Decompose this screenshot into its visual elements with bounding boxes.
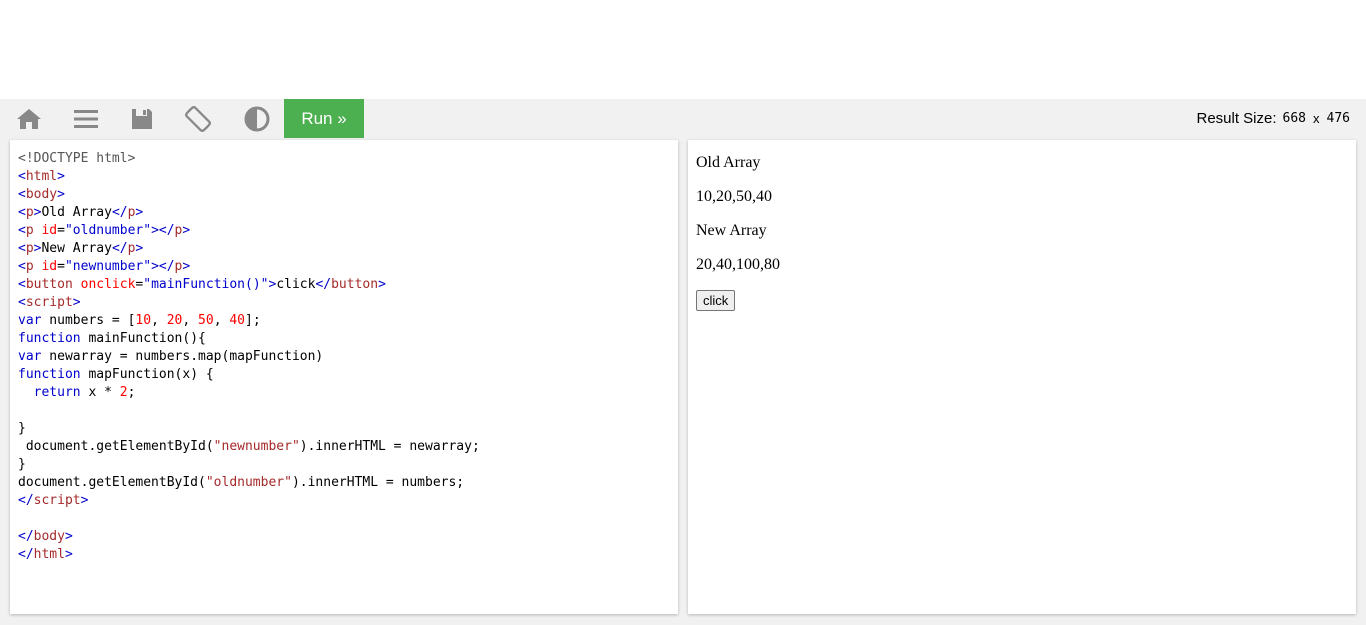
code-line: <button onclick="mainFunction()">click</… [18,277,386,292]
code-line: document.getElementById("newnumber").inn… [18,439,480,454]
old-array-label: Old Array [696,154,761,171]
code-line: return x * 2; [33,385,136,400]
result-panel: Old Array 10,20,50,40 New Array 20,40,10… [688,140,1356,614]
code-line: } [18,457,26,472]
contrast-icon[interactable] [241,99,273,138]
code-line: <html> [18,169,65,184]
code-line: </body> [18,529,73,544]
code-line: var numbers = [10, 20, 50, 40]; [18,313,261,328]
code-line: function mapFunction(x) { [18,367,214,382]
toolbar: Run » Result Size: 668 x 476 [0,99,1366,138]
code-line: <script> [18,295,81,310]
workarea: <!DOCTYPE html> <html> <body> <p>Old Array<… [0,138,1366,625]
code-line: var newarray = numbers.map(mapFunction) [18,349,324,364]
code-line: <p>New Array</p> [18,241,144,256]
result-height: 476 [1326,111,1350,126]
top-blank-area [0,0,1366,99]
code-text[interactable]: <!DOCTYPE html> <html> <body> <p>Old Array<… [10,140,678,574]
click-button[interactable]: click [696,290,736,311]
new-array-label: New Array [696,222,767,239]
code-line: </html> [18,547,73,562]
code-line: <!DOCTYPE html> [18,151,136,166]
code-line: function mainFunction(){ [18,331,206,346]
old-array-value: 10,20,50,40 [696,188,772,205]
result-content: Old Array 10,20,50,40 New Array 20,40,10… [688,140,1356,319]
code-line: document.getElementById("oldnumber").inn… [18,475,465,490]
code-line: } [18,421,26,436]
code-editor[interactable]: <!DOCTYPE html> <html> <body> <p>Old Array<… [10,140,678,614]
code-line: <body> [18,187,65,202]
home-icon[interactable] [12,99,46,138]
rotate-icon[interactable] [181,99,215,138]
result-size-readout: Result Size: 668 x 476 [1196,99,1350,138]
new-array-value: 20,40,100,80 [696,256,780,273]
result-size-label: Result Size: [1196,110,1277,127]
result-width: 668 [1282,111,1307,126]
code-line: <p id="oldnumber"></p> [18,223,191,238]
code-line: <p id="newnumber"></p> [18,259,191,274]
run-button[interactable]: Run » [284,99,364,138]
result-size-separator: x [1313,111,1320,126]
save-icon[interactable] [126,99,158,138]
code-line: <p>Old Array</p> [18,205,144,220]
menu-icon[interactable] [70,99,102,138]
code-line: </script> [18,493,89,508]
